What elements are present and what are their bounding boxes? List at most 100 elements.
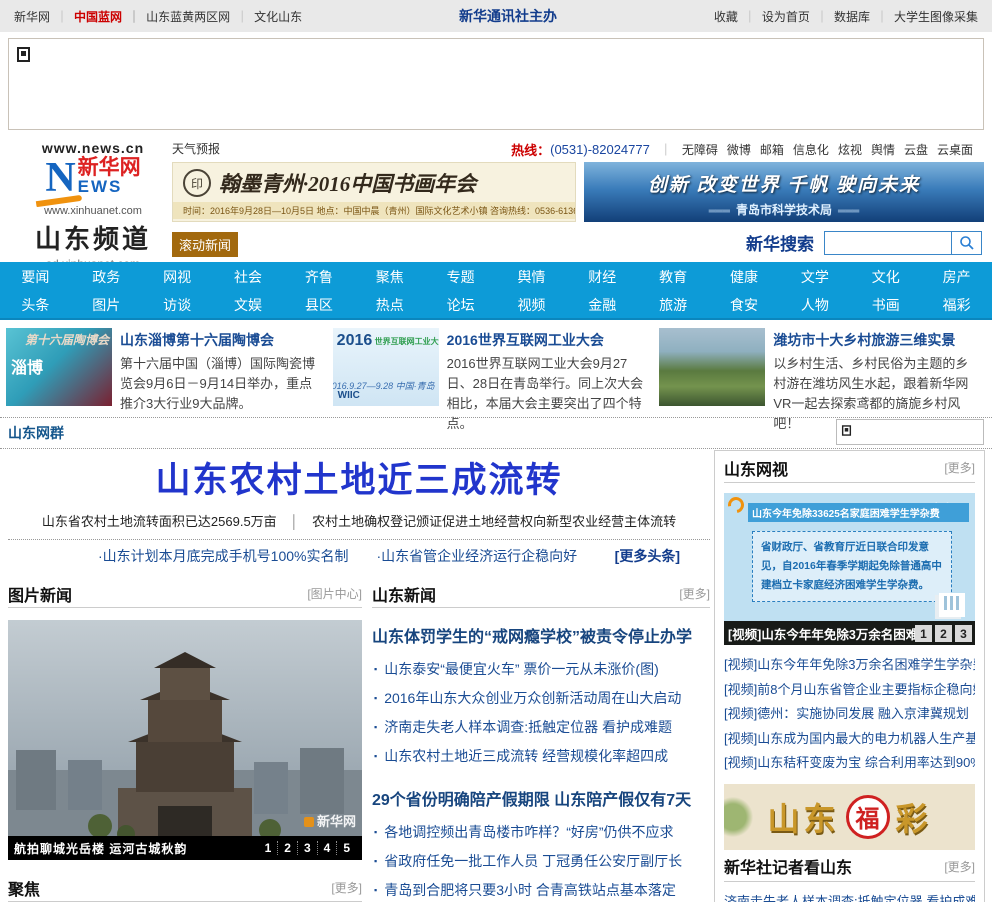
page-number[interactable]: 5 — [336, 841, 356, 855]
nav-item[interactable]: 旅游 — [638, 295, 709, 315]
nav-item[interactable]: 书画 — [850, 295, 921, 315]
page-number[interactable]: 1 — [259, 841, 278, 855]
topbar-link-image-collect[interactable]: 大学生图像采集 — [894, 8, 978, 25]
nav-item[interactable]: 人物 — [779, 295, 850, 315]
nav-item[interactable]: 专题 — [425, 267, 496, 287]
topbar-link-sethome[interactable]: 设为首页 — [762, 8, 834, 25]
network-group-select-placeholder[interactable] — [836, 419, 984, 445]
news-item[interactable]: 山东泰安“最便宜火车” 票价一元从未涨价(图) — [372, 655, 710, 684]
quick-link[interactable]: 云盘 — [904, 143, 928, 157]
quick-link[interactable]: 舆情 — [871, 143, 895, 157]
search-button[interactable] — [952, 230, 982, 255]
search-input[interactable] — [824, 230, 952, 255]
nav-item[interactable]: 健康 — [709, 267, 780, 287]
nav-item[interactable]: 舆情 — [496, 267, 567, 287]
news-item[interactable]: 济南走失老人样本调查:抵触定位器 看护成难题 — [372, 713, 710, 742]
qingdao-tech-banner[interactable]: 创新 改变世界 千帆 驶向未来 青岛市科学技术局 — [584, 162, 984, 222]
video-thumbnail[interactable]: 齐鲁网 山东今年免除33625名家庭困难学生学杂费 省财政厅、省教育厅近日联合印… — [724, 493, 975, 645]
nav-item[interactable]: 齐鲁 — [283, 267, 354, 287]
nav-item[interactable]: 访谈 — [142, 295, 213, 315]
photo-caption[interactable]: 航拍聊城光岳楼 运河古城秋韵 — [14, 840, 259, 857]
more-link[interactable]: [更多] — [679, 585, 710, 602]
nav-item[interactable]: 文化 — [850, 267, 921, 287]
video-item[interactable]: [视频]山东今年年免除3万余名困难学生学杂费 — [724, 653, 975, 678]
fucai-banner[interactable]: 山东 福 彩 — [724, 783, 975, 850]
nav-item[interactable]: 福彩 — [921, 295, 992, 315]
nav-item[interactable]: 教育 — [638, 267, 709, 287]
headline-sub1[interactable]: 山东省农村土地流转面积已达2569.5万亩 — [42, 514, 277, 529]
page-number[interactable]: 1 — [915, 625, 932, 642]
quick-link[interactable]: 邮箱 — [760, 143, 784, 157]
scroll-news-button[interactable]: 滚动新闻 — [172, 232, 239, 257]
nav-item[interactable]: 食安 — [709, 295, 780, 315]
nav-item[interactable]: 视频 — [496, 295, 567, 315]
nav-item[interactable]: 文娱 — [213, 295, 284, 315]
more-link[interactable]: [更多] — [944, 858, 975, 875]
news-item[interactable]: 省政府任免一批工作人员 丁冠勇任公安厅副厅长 — [372, 847, 710, 876]
photo-center-link[interactable]: [图片中心] — [307, 585, 362, 602]
nav-item[interactable]: 热点 — [354, 295, 425, 315]
nav-item[interactable]: 县区 — [283, 295, 354, 315]
news-group-headline[interactable]: 山东体罚学生的“戒网瘾学校”被责令停止办学 — [372, 623, 710, 647]
video-item[interactable]: [视频]德州：实施协同发展 融入京津冀规划 — [724, 702, 975, 727]
quick-link[interactable]: 微博 — [727, 143, 751, 157]
highlight-title[interactable]: 山东淄博第十六届陶博会 — [120, 330, 323, 350]
news-item[interactable]: 各地调控频出青岛楼市咋样？“好房”仍供不应求 — [372, 818, 710, 847]
quick-link[interactable]: 云桌面 — [937, 143, 973, 157]
news-item[interactable]: 山东农村土地近三成流转 经营规模化率超四成 — [372, 742, 710, 771]
nav-item[interactable]: 政务 — [71, 267, 142, 287]
news-item[interactable]: 2016年山东大众创业万众创新活动周在山大启动 — [372, 684, 710, 713]
news-item[interactable]: 济南走失老人样本调查:抵触定位器 看护成难题 — [724, 890, 975, 902]
video-item[interactable]: [视频]山东成为国内最大的电力机器人生产基地 — [724, 727, 975, 752]
calligraphy-banner[interactable]: 印 翰墨青州·2016中国书画年会 时间：2016年9月28日—10月5日 地点… — [172, 162, 576, 222]
page-number[interactable]: 4 — [316, 841, 337, 855]
page-number[interactable]: 3 — [955, 625, 972, 642]
highlight-title[interactable]: 潍坊市十大乡村旅游三维实景 — [773, 330, 976, 350]
nav-item[interactable]: 社会 — [213, 267, 284, 287]
page-number[interactable]: 3 — [296, 841, 317, 855]
nav-item[interactable]: 房产 — [921, 267, 992, 287]
nav-item[interactable]: 金融 — [567, 295, 638, 315]
nav-item[interactable]: 要闻 — [0, 267, 71, 287]
weather-link[interactable]: 天气预报 — [172, 140, 220, 157]
quick-link[interactable]: 信息化 — [793, 143, 829, 157]
news-item[interactable]: 青岛到合肥将只要3小时 合青高铁站点基本落定 — [372, 876, 710, 902]
xinhuanet-logo: N 新华网 EWS — [18, 157, 168, 199]
wiic-thumbnail[interactable]: 2016 世界互联网工业大会 WIIC 2016.9.27—9.28 中国·青岛 — [332, 328, 439, 406]
top-headline[interactable]: 山东农村土地近三成流转 — [8, 450, 710, 503]
video-item[interactable]: [视频]前8个月山东省管企业主要指标企稳向好 — [724, 678, 975, 703]
nav-item[interactable]: 文学 — [779, 267, 850, 287]
taobohui-thumbnail[interactable]: 第十六届陶博会 淄博 — [6, 328, 112, 406]
quick-link[interactable]: 炫视 — [838, 143, 862, 157]
nav-item[interactable]: 图片 — [71, 295, 142, 315]
logo-url-mid: www.xinhuanet.com — [44, 205, 142, 217]
page-number[interactable]: 2 — [277, 841, 297, 855]
more-link[interactable]: [更多] — [944, 459, 975, 476]
nav-item[interactable]: 论坛 — [425, 295, 496, 315]
video-item[interactable]: [视频]山东秸秆变废为宝 综合利用率达到90% — [724, 751, 975, 776]
headline-link-1[interactable]: ·山东计划本月底完成手机号100%实名制 — [98, 546, 348, 566]
nav-item[interactable]: 网视 — [142, 267, 213, 287]
topbar-link-lanhuang[interactable]: 山东蓝黄两区网 — [146, 8, 254, 25]
headline-link-2[interactable]: ·山东省管企业经济运行企稳向好 — [376, 546, 577, 566]
news-group-headline[interactable]: 29个省份明确陪产假期限 山东陪产假仅有7天 — [372, 786, 710, 810]
nav-item[interactable]: 财经 — [567, 267, 638, 287]
nav-item[interactable]: 聚焦 — [354, 267, 425, 287]
topbar-link-database[interactable]: 数据库 — [834, 8, 894, 25]
topbar-link-zhongguolanwang[interactable]: 中国蓝网 — [74, 8, 146, 25]
highlight-title[interactable]: 2016世界互联网工业大会 — [447, 330, 650, 350]
page-number[interactable]: 2 — [935, 625, 952, 642]
more-link[interactable]: [更多] — [331, 879, 362, 896]
site-logo[interactable]: www.news.cn N 新华网 EWS www.xinhuanet.com … — [18, 140, 168, 271]
quick-link[interactable]: 无障碍 — [682, 143, 718, 157]
nav-item[interactable]: 头条 — [0, 295, 71, 315]
photo-news-image[interactable]: 新华网 航拍聊城光岳楼 运河古城秋韵 12345 — [8, 620, 362, 860]
topbar-link-wenhua-shandong[interactable]: 文化山东 — [254, 8, 302, 25]
more-headlines-link[interactable]: [更多头条] — [615, 546, 680, 566]
network-group-label[interactable]: 山东网群 — [8, 423, 64, 443]
topbar-link-favorite[interactable]: 收藏 — [714, 8, 762, 25]
weifang-thumbnail[interactable] — [659, 328, 766, 406]
headline-sub2[interactable]: 农村土地确权登记颁证促进土地经营权向新型农业经营主体流转 — [312, 514, 676, 529]
hotline-row: 热线： (0531)-82024777 ｜ 无障碍 微博 邮箱 信息化 炫视 舆情 云盘 云桌… — [511, 140, 982, 159]
topbar-link-xinhuanet[interactable]: 新华网 — [14, 8, 74, 25]
